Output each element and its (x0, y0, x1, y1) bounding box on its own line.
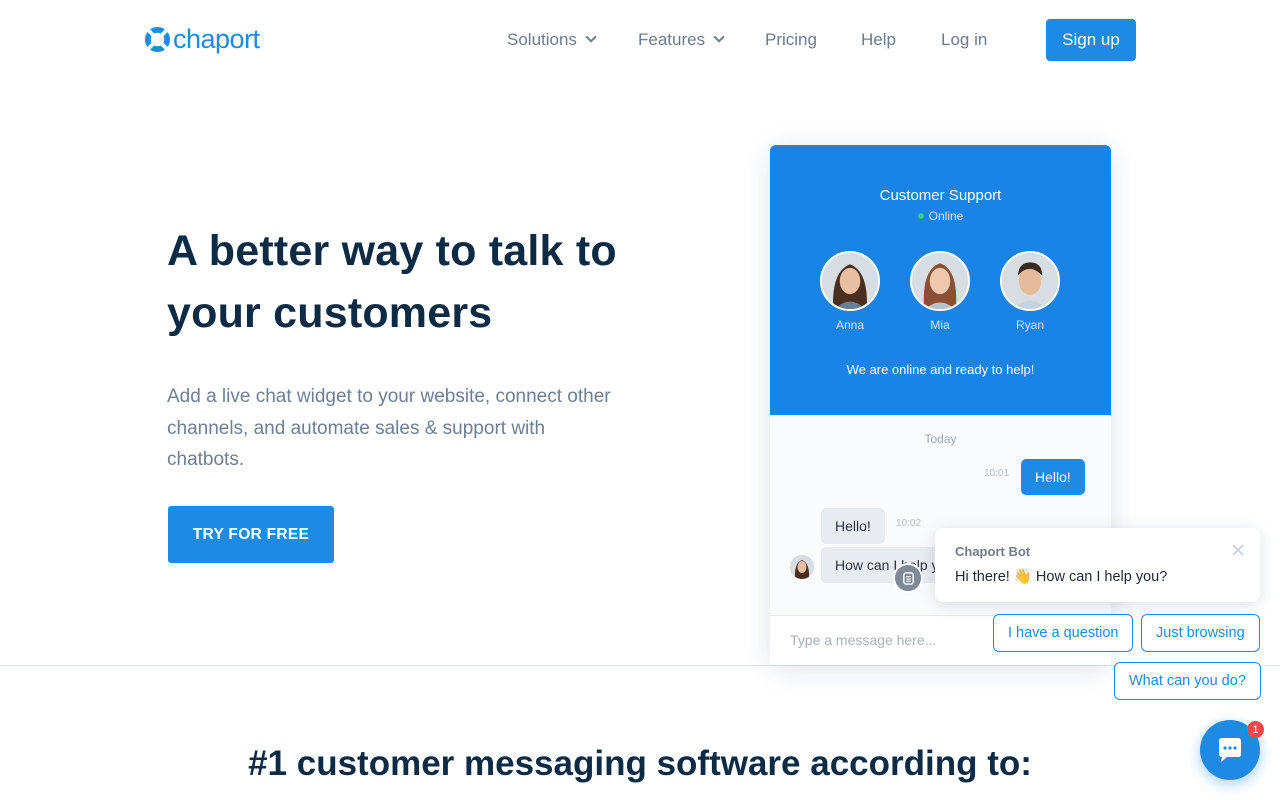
section-divider (0, 665, 1280, 666)
chevron-down-icon (585, 31, 597, 43)
team-name: Customer Support (879, 187, 1002, 204)
nav-login-label: Log in (941, 30, 988, 49)
agent-name: Anna (835, 318, 865, 332)
nav-features[interactable]: Features (638, 28, 725, 52)
bot-name: Chaport Bot (955, 544, 1031, 559)
message-time: 10:01 (984, 468, 1010, 479)
lifebuoy-logo-icon (145, 27, 170, 52)
female-avatar-icon (790, 555, 814, 579)
agent-mia: Mia (909, 251, 971, 332)
agent-message: Hello! (821, 508, 885, 544)
nav-features-label: Features (638, 30, 706, 49)
agent-anna: Anna (819, 251, 881, 332)
message-input[interactable]: Type a message here... (790, 632, 936, 648)
close-icon[interactable] (1230, 542, 1246, 558)
hero-subtitle: Add a live chat widget to your website, … (167, 386, 611, 470)
ready-message: We are online and ready to help! (846, 362, 1035, 377)
site-header: chaport Solutions Features Pricing Help … (0, 0, 1280, 80)
agent-avatar (790, 555, 814, 579)
chaport-logo[interactable]: chaport (145, 26, 260, 53)
quick-reply-question[interactable]: I have a question (993, 614, 1134, 652)
agent-name: Ryan (1015, 318, 1044, 332)
nav-help-label: Help (861, 30, 896, 49)
bot-message: Hi there! 👋 How can I help you? (955, 569, 1168, 585)
online-dot-icon (917, 213, 924, 219)
agent-ryan: Ryan (999, 251, 1061, 332)
unread-badge: 1 (1247, 721, 1264, 738)
visitor-message: Hello! (1021, 459, 1085, 495)
nav-pricing-label: Pricing (765, 30, 817, 49)
section-title: #1 customer messaging software according… (248, 744, 1032, 783)
bot-popup: Chaport Bot Hi there! 👋 How can I help y… (935, 528, 1260, 602)
agent-name: Mia (930, 318, 950, 332)
online-status-label: Online (928, 209, 964, 223)
chat-bubble-icon (1219, 738, 1241, 762)
signup-button[interactable]: Sign up (1046, 19, 1136, 61)
message-time: 10:02 (896, 518, 922, 529)
female-avatar-icon (822, 253, 878, 309)
attachment-icon[interactable] (893, 563, 923, 593)
quick-reply-what-can-you-do[interactable]: What can you do? (1114, 662, 1261, 700)
nav-login[interactable]: Log in (941, 28, 987, 52)
male-avatar-icon (1002, 253, 1058, 309)
nav-solutions-label: Solutions (507, 30, 577, 49)
brand-name: chaport (173, 24, 260, 54)
widget-header: Customer Support Online Anna Mia Ryan We… (770, 145, 1111, 415)
nav-help[interactable]: Help (861, 28, 896, 52)
online-status: Online (770, 209, 1111, 223)
avatar (820, 251, 880, 311)
chevron-down-icon (713, 31, 725, 43)
try-for-free-button[interactable]: TRY FOR FREE (168, 506, 334, 563)
avatar (910, 251, 970, 311)
nav-pricing[interactable]: Pricing (765, 28, 817, 52)
quick-reply-browsing[interactable]: Just browsing (1141, 614, 1260, 652)
avatar (1000, 251, 1060, 311)
female-avatar-icon (912, 253, 968, 309)
hero-title: A better way to talk to your customers (167, 227, 617, 337)
day-separator: Today (924, 432, 957, 446)
nav-solutions[interactable]: Solutions (507, 28, 597, 52)
